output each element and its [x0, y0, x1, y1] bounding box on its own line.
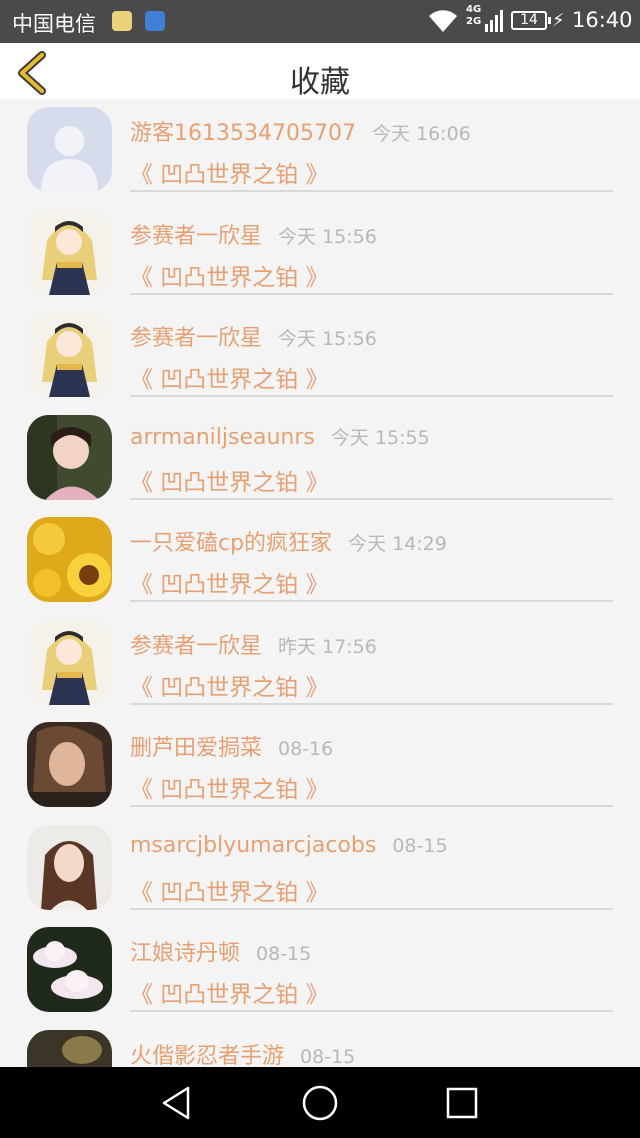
list-item[interactable]: 参赛者一欣星 昨天 17:56 《 凹凸世界之铂 》 — [0, 612, 640, 715]
divider — [130, 497, 613, 500]
network-4g-label: 4G — [466, 4, 482, 15]
battery-icon: 14 — [511, 11, 551, 30]
default-avatar-icon — [27, 107, 112, 192]
list-item[interactable]: 参赛者一欣星 今天 15:56 《 凹凸世界之铂 》 — [0, 304, 640, 407]
list-item[interactable]: 删芦田爱挶菜 08-16 《 凹凸世界之铂 》 — [0, 714, 640, 817]
timestamp: 今天 15:55 — [330, 426, 430, 449]
nav-recents-icon[interactable] — [443, 1084, 481, 1122]
page-title: 收藏 — [290, 65, 350, 100]
charging-bolt-icon: ⚡ — [552, 10, 565, 31]
favorites-list[interactable]: 游客1613534705707 今天 16:06 《 凹凸世界之铂 》 参赛者一欣… — [0, 99, 640, 1067]
list-item[interactable]: 一只爱磕cp的疯狂家 今天 14:29 《 凹凸世界之铂 》 — [0, 509, 640, 612]
list-item[interactable]: 江娘诗丹顿 08-15 《 凹凸世界之铂 》 — [0, 919, 640, 1022]
list-item[interactable]: 参赛者一欣星 今天 15:56 《 凹凸世界之铂 》 — [0, 202, 640, 305]
list-item[interactable]: msarcjblyumarcjacobs 08-15 《 凹凸世界之铂 》 — [0, 817, 640, 920]
divider — [130, 907, 613, 910]
user-name-text: 火偕影忍者手游 — [130, 1043, 285, 1068]
timestamp: 今天 14:29 — [348, 533, 447, 555]
timestamp: 08-16 — [278, 738, 334, 760]
user-name: 删芦田爱挶菜 08-16 — [130, 730, 333, 762]
book-title[interactable]: 《 凹凸世界之铂 》 — [130, 565, 329, 599]
network-2g-label: 2G — [466, 16, 482, 27]
user-name-text: 参赛者一欣星 — [130, 326, 263, 351]
book-title[interactable]: 《 凹凸世界之铂 》 — [130, 360, 329, 394]
book-title[interactable]: 《 凹凸世界之铂 》 — [130, 463, 329, 497]
user-name: msarcjblyumarcjacobs 08-15 — [130, 833, 448, 858]
divider — [130, 395, 613, 397]
user-name-text: 参赛者一欣星 — [130, 633, 263, 659]
timestamp: 今天 15:56 — [278, 328, 377, 350]
sunflower-avatar — [27, 517, 112, 602]
health-app-notification-icon — [145, 11, 165, 31]
list-item[interactable]: arrmaniljseaunrs 今天 15:55 《 凹凸世界之铂 》 — [0, 407, 640, 510]
divider — [130, 1010, 613, 1012]
user-name-text: 参赛者一欣星 — [130, 223, 263, 249]
network-type-label: 4G 2G — [466, 4, 481, 28]
user-name: 参赛者一欣星 今天 15:56 — [130, 218, 377, 250]
list-item[interactable]: 游客1613534705707 今天 16:06 《 凹凸世界之铂 》 — [0, 99, 640, 202]
user-name-text: arrmaniljseaunrs — [130, 424, 315, 450]
divider — [130, 292, 613, 295]
user-name: arrmaniljseaunrs 今天 15:55 — [130, 423, 430, 450]
book-title[interactable]: 《 凹凸世界之铂 》 — [130, 155, 329, 189]
woman-portrait-avatar — [27, 722, 112, 807]
user-name: 一只爱磕cp的疯狂家 今天 14:29 — [130, 525, 447, 557]
user-name: 火偕影忍者手游 08-15 — [130, 1038, 355, 1068]
divider — [130, 702, 613, 705]
timestamp: 08-15 — [392, 834, 448, 857]
user-name: 江娘诗丹顿 08-15 — [130, 935, 311, 967]
system-nav-bar — [0, 1067, 640, 1138]
anime-girl-avatar — [27, 619, 112, 705]
nav-back-icon[interactable] — [158, 1084, 196, 1122]
user-name-text: 删芦田爱挶菜 — [130, 736, 263, 761]
user-name: 参赛者一欣星 今天 15:56 — [130, 320, 377, 352]
book-title[interactable]: 《 凹凸世界之铂 》 — [130, 668, 329, 702]
book-title[interactable]: 《 凹凸世界之铂 》 — [130, 873, 329, 907]
timestamp: 今天 15:56 — [278, 225, 377, 248]
nav-home-icon[interactable] — [301, 1084, 339, 1122]
user-name-text: 江娘诗丹顿 — [130, 941, 241, 966]
book-title[interactable]: 《 凹凸世界之铂 》 — [130, 975, 329, 1009]
timestamp: 昨天 17:56 — [278, 635, 377, 658]
lotus-avatar — [27, 927, 112, 1012]
book-title[interactable]: 《 凹凸世界之铂 》 — [130, 770, 329, 804]
list-item[interactable]: 火偕影忍者手游 08-15 — [0, 1022, 640, 1068]
carrier-label: 中国电信 — [12, 12, 96, 36]
user-name-text: 一只爱磕cp的疯狂家 — [130, 531, 333, 556]
divider — [130, 805, 613, 807]
user-name: 游客1613534705707 今天 16:06 — [130, 115, 471, 147]
divider — [130, 600, 613, 602]
status-bar: 中国电信 4G 2G 14 ⚡ 16:40 — [0, 0, 640, 43]
anime-girl-avatar — [27, 312, 112, 397]
book-title[interactable]: 《 凹凸世界之铂 》 — [130, 258, 329, 292]
long-hair-girl-avatar — [27, 824, 112, 910]
user-name: 参赛者一欣星 昨天 17:56 — [130, 628, 377, 660]
timestamp: 08-15 — [256, 943, 312, 965]
divider — [130, 190, 613, 192]
signal-strength-icon — [485, 10, 503, 32]
app-notification-icon — [112, 11, 132, 31]
photo-girl-avatar — [27, 414, 112, 500]
clock-time: 16:40 — [572, 8, 633, 32]
wifi-icon — [429, 10, 457, 32]
timestamp: 08-15 — [300, 1045, 356, 1068]
user-name-text: msarcjblyumarcjacobs — [130, 832, 377, 858]
timestamp: 今天 16:06 — [371, 123, 471, 145]
user-name-text: 游客1613534705707 — [130, 121, 356, 146]
anime-girl-avatar — [27, 209, 112, 295]
dark-avatar — [27, 1029, 112, 1067]
page-header: 收藏 — [0, 43, 640, 100]
